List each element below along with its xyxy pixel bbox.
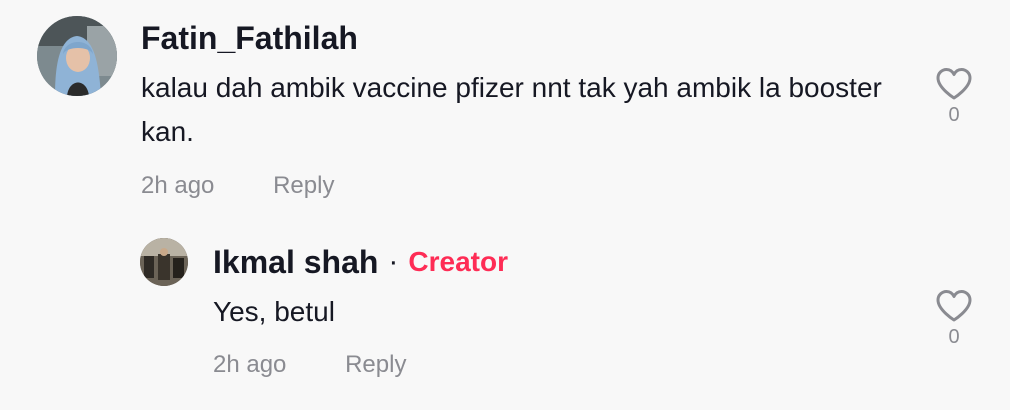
comment-timestamp: 2h ago <box>141 172 215 199</box>
reply-author-avatar[interactable] <box>140 238 188 286</box>
reply-text: Yes, betul <box>213 296 335 327</box>
heart-outline-icon <box>936 68 972 100</box>
comment-like-button[interactable]: 0 <box>934 67 974 127</box>
comment-text: kalau dah ambik vaccine pfizer nnt tak y… <box>141 72 882 147</box>
reply-timestamp: 2h ago <box>213 351 287 378</box>
reply-author-username[interactable]: Ikmal shah <box>213 242 378 282</box>
commenter-username[interactable]: Fatin_Fathilah <box>141 18 358 58</box>
heart-outline-icon <box>936 290 972 322</box>
comment-meta: 2h ago Reply <box>141 171 334 201</box>
reply-like-button[interactable]: 0 <box>934 289 974 349</box>
separator-dot: · <box>388 245 399 278</box>
commenter-avatar[interactable] <box>37 16 117 96</box>
reply-to-reply-button[interactable]: Reply <box>345 350 406 380</box>
reply-button[interactable]: Reply <box>273 171 334 201</box>
reply-meta: 2h ago Reply <box>213 350 406 380</box>
creator-badge: Creator <box>408 246 508 277</box>
comment-like-count: 0 <box>948 104 960 126</box>
reply-header: Ikmal shah · Creator <box>213 242 508 282</box>
reply-like-count: 0 <box>948 326 960 348</box>
